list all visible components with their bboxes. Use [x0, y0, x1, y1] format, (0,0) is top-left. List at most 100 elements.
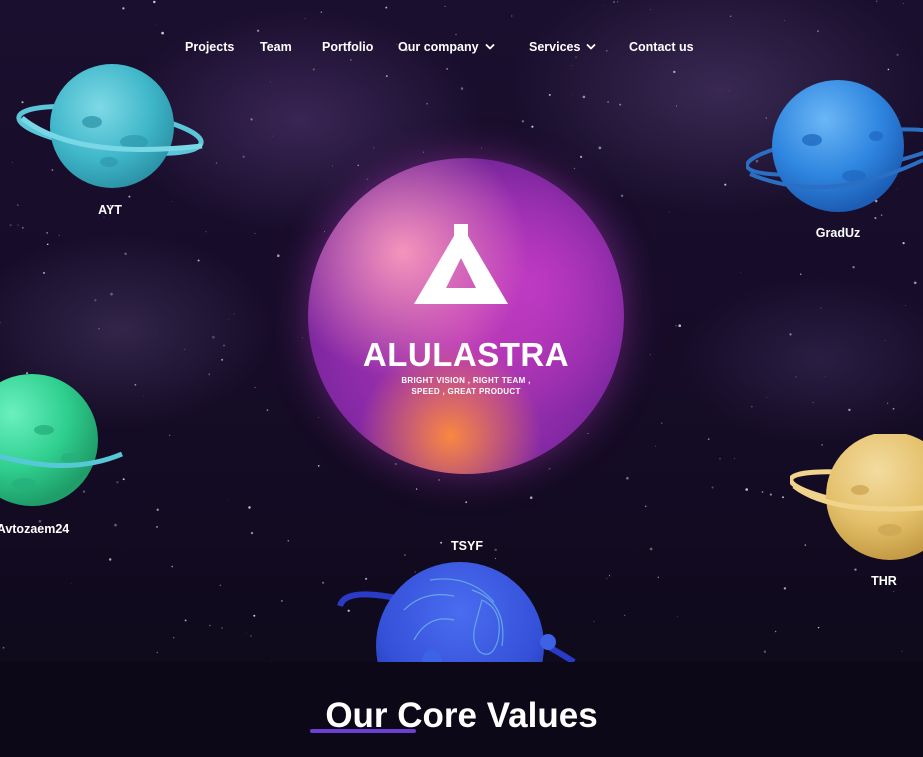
star	[729, 90, 731, 91]
star	[707, 438, 710, 440]
star	[215, 162, 218, 164]
star	[480, 147, 482, 149]
star	[122, 7, 125, 10]
star	[848, 408, 851, 412]
star	[2, 646, 5, 649]
star	[209, 624, 211, 627]
star	[812, 401, 814, 403]
star	[673, 70, 676, 74]
star	[171, 200, 173, 202]
star	[250, 635, 252, 637]
star	[624, 614, 626, 616]
star	[58, 234, 60, 236]
star	[582, 95, 586, 99]
star	[438, 479, 440, 481]
star	[256, 29, 260, 32]
star	[494, 557, 496, 560]
planet-label-tsyf[interactable]: TSYF	[451, 539, 483, 553]
star	[109, 558, 112, 561]
star	[903, 2, 905, 4]
star	[675, 105, 677, 107]
star	[385, 75, 388, 78]
star	[893, 590, 895, 593]
star	[511, 15, 513, 17]
star	[324, 231, 325, 233]
star	[366, 187, 368, 189]
tagline-line-2: SPEED , GREAT PRODUCT	[411, 387, 521, 396]
star	[357, 164, 359, 166]
planet-tsyf[interactable]	[334, 560, 584, 662]
star	[789, 333, 792, 336]
nav-contact-us-label: Contact us	[629, 40, 694, 54]
star	[769, 493, 772, 496]
star	[675, 325, 677, 327]
star	[905, 305, 906, 307]
nav-our-company[interactable]: Our company	[398, 40, 495, 54]
star	[46, 232, 48, 234]
planet-label-ayt[interactable]: AYT	[98, 203, 122, 217]
star	[783, 587, 787, 590]
planet-thr[interactable]	[790, 434, 923, 564]
star	[887, 68, 890, 71]
planet-avtozaem24[interactable]	[0, 372, 126, 508]
star	[783, 20, 785, 21]
star	[42, 271, 46, 274]
star	[17, 224, 19, 226]
star	[886, 402, 889, 404]
star	[318, 417, 319, 418]
star	[719, 458, 721, 460]
planet-label-graduz[interactable]: GradUz	[816, 226, 860, 240]
star	[766, 397, 768, 399]
star	[94, 299, 97, 302]
star	[617, 1, 619, 3]
star	[269, 81, 271, 83]
star	[228, 319, 230, 321]
nav-services[interactable]: Services	[529, 40, 596, 54]
star	[529, 496, 533, 500]
star	[676, 616, 678, 618]
star	[740, 272, 742, 274]
planet-graduz[interactable]	[746, 78, 923, 220]
star	[272, 135, 274, 137]
star	[426, 102, 428, 105]
star	[678, 324, 682, 328]
star	[440, 541, 443, 544]
star	[250, 118, 253, 121]
core-values-title: Our Core Values	[325, 696, 598, 735]
star	[579, 155, 583, 159]
star	[321, 581, 325, 584]
star	[312, 68, 315, 71]
nav-team[interactable]: Team	[260, 40, 292, 54]
star	[913, 281, 917, 285]
star	[197, 259, 200, 262]
star	[655, 445, 657, 447]
star	[901, 650, 903, 652]
star	[455, 33, 457, 36]
star	[184, 619, 187, 622]
star	[169, 434, 171, 436]
star	[21, 226, 24, 229]
star	[184, 348, 186, 350]
star	[415, 488, 418, 490]
nav-projects[interactable]: Projects	[185, 40, 234, 54]
star	[593, 621, 595, 623]
star	[734, 457, 736, 459]
star	[212, 335, 215, 339]
nav-team-label: Team	[260, 40, 292, 54]
hero-planet	[308, 158, 624, 474]
nav-projects-label: Projects	[185, 40, 235, 54]
nav-contact-us[interactable]: Contact us	[629, 40, 694, 54]
planet-label-avtozaem24[interactable]: Avtozaem24	[0, 522, 69, 536]
nav-portfolio[interactable]: Portfolio	[322, 40, 373, 54]
star	[253, 614, 256, 617]
star	[227, 499, 229, 500]
star	[446, 68, 448, 70]
star	[171, 565, 174, 568]
star	[287, 539, 290, 542]
star	[854, 568, 857, 571]
star	[649, 9, 651, 11]
planet-label-thr[interactable]: THR	[871, 574, 897, 588]
alulastra-logo-icon	[414, 224, 508, 304]
star	[644, 505, 647, 508]
planet-ayt[interactable]	[14, 60, 210, 192]
